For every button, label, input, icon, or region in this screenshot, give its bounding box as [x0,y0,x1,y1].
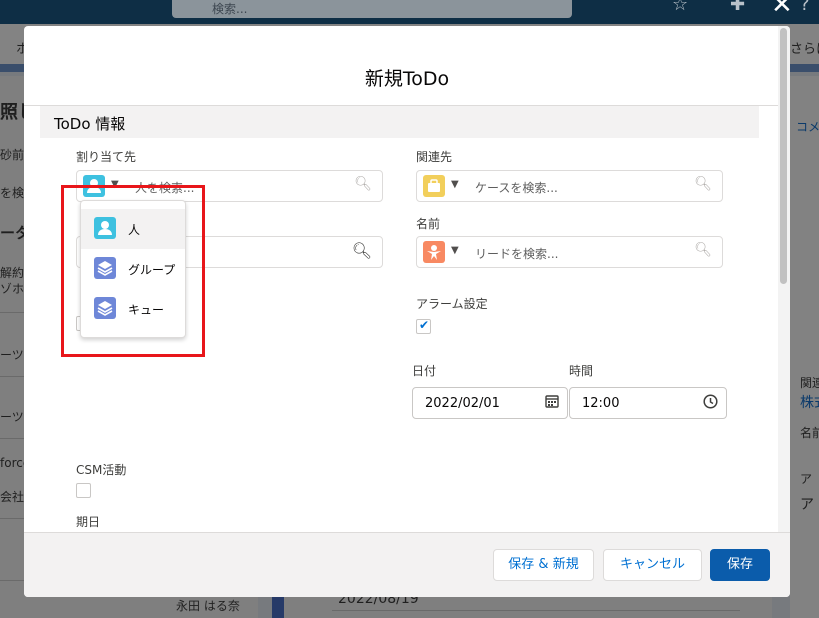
section-title: ToDo 情報 [54,115,126,133]
calendar-icon[interactable] [545,394,559,408]
search-icon: 🔍︎ [694,242,712,258]
due-date-label: 期日 [76,515,101,529]
bg-left-text: ーツ [0,348,24,362]
search-icon: 🔍︎ [351,241,372,260]
related-to-lookup[interactable]: ▼ ケースを検索... 🔍︎ [416,170,723,202]
csm-activity-label: CSM活動 [76,463,127,477]
save-and-new-button[interactable]: 保存 & 新規 [493,549,594,581]
time-label: 時間 [569,364,594,378]
bg-search-placeholder: 検索... [212,2,248,16]
bg-left-text: 砂前 [0,148,25,162]
chevron-down-icon[interactable]: ▼ [111,179,119,190]
queue-stack-icon [94,297,116,319]
name-lookup[interactable]: ▼ リードを検索... 🔍︎ [416,236,723,268]
save-button[interactable]: 保存 [710,549,770,581]
date-label: 日付 [412,364,437,378]
cancel-button[interactable]: キャンセル [603,549,702,581]
bg-left-text: ーツ [0,410,24,424]
bg-right-text: 株式 [800,395,819,411]
bg-nav-more: さらに [790,42,819,57]
modal-title: 新規ToDo [364,68,450,90]
bg-owner-name: 永田 はる奈 [176,599,240,613]
alarm-checkbox[interactable]: ✔ [416,318,431,334]
bg-favorites-icon: ☆ [672,0,689,15]
bg-right-panel [790,76,819,618]
lead-icon[interactable] [423,241,445,263]
dropdown-item-person[interactable]: 人 [81,209,185,249]
csm-activity-checkbox[interactable] [76,483,91,498]
bg-right-text: 関連 [800,376,819,390]
chevron-down-icon[interactable]: ▼ [451,179,459,190]
name-placeholder[interactable]: リードを検索... [475,245,558,262]
related-to-placeholder[interactable]: ケースを検索... [475,179,558,196]
search-icon: 🔍︎ [694,176,712,192]
assigned-to-placeholder[interactable]: 人を検索... [135,179,194,196]
bg-left-text: 解約 [0,266,25,280]
clock-icon[interactable] [703,394,718,409]
check-icon: ✔ [419,318,430,332]
case-icon[interactable] [423,175,445,197]
name-label: 名前 [416,217,441,231]
bg-left-text: 会社 [0,490,25,504]
alarm-label: アラーム設定 [416,297,488,311]
bg-add-icon: ✚ [730,0,746,15]
dropdown-item-label: 人 [128,223,141,237]
search-icon: 🔍︎ [354,176,372,192]
lookup-type-dropdown: 人 グループ キュー [80,200,186,338]
assigned-to-lookup[interactable]: ▼ 人を検索... 🔍︎ [76,170,383,202]
group-stack-icon [94,257,116,279]
bg-right-text: ア [800,472,813,486]
assigned-to-label: 割り当て先 [76,150,137,164]
related-to-label: 関連先 [416,150,453,164]
time-value[interactable]: 12:00 [582,396,619,411]
bg-divider [332,610,740,611]
bg-help-icon: ? [800,0,810,15]
dropdown-item-queue[interactable]: キュー [81,289,185,329]
date-input[interactable]: 2022/02/01 [412,387,568,419]
dropdown-item-label: グループ [128,263,176,277]
close-icon[interactable]: ✕ [771,0,793,18]
bg-right-text: コメ [796,120,819,134]
dropdown-item-group[interactable]: グループ [81,249,185,289]
bg-right-text: ア [800,497,814,513]
chevron-down-icon[interactable]: ▼ [451,245,459,256]
person-icon [94,217,116,239]
section-header: ToDo 情報 [40,106,759,138]
date-value[interactable]: 2022/02/01 [425,396,500,411]
modal-scrollbar-thumb[interactable] [780,28,787,284]
bg-global-search: 検索... [172,0,572,18]
time-input[interactable]: 12:00 [569,387,727,419]
modal-footer: 保存 & 新規 キャンセル 保存 [24,533,790,597]
dropdown-item-label: キュー [128,303,165,317]
person-icon[interactable] [83,175,105,197]
bg-right-text: 名前 [800,426,819,440]
